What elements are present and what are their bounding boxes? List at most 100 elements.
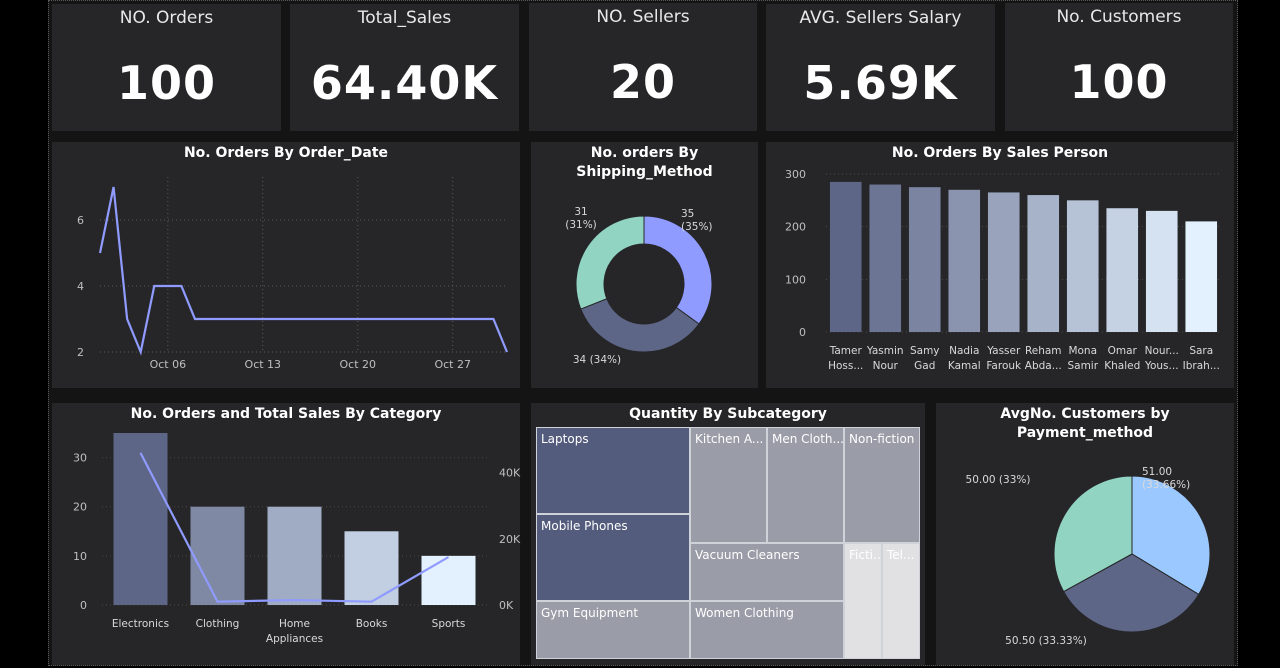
x-tick-label: Electronics [112, 618, 169, 630]
y-tick-label: 0 [799, 326, 806, 339]
treemap-label: Non-fiction [849, 432, 915, 446]
x-tick-label: Tamer [829, 345, 863, 357]
x-tick-label: Books [356, 618, 388, 630]
treemap-cell-fiction[interactable]: Ficti... [844, 543, 882, 659]
kpi-card-customers[interactable]: No. Customers 100 [1005, 3, 1233, 131]
y-tick-label: 30 [73, 452, 87, 465]
chart-title: Quantity By Subcategory [629, 406, 827, 422]
kpi-value: 100 [1069, 55, 1169, 109]
bar [829, 181, 862, 332]
slice-value-label: 34 (34%) [573, 354, 621, 366]
line-chart-svg: 2 4 6 Oct 06 Oct 13 Oct 20 Oct 27 [77, 177, 509, 371]
donut-chart-svg: 35(35%) 34 (34%) 31(31%) [565, 206, 713, 366]
bar [1145, 210, 1178, 332]
treemap-cell-kitchen[interactable]: Kitchen A... [690, 427, 767, 543]
treemap-cell-women-clothing[interactable]: Women Clothing [690, 601, 844, 659]
treemap-label: Men Cloth... [772, 432, 844, 446]
kpi-title: AVG. Sellers Salary [799, 8, 962, 28]
y-tick-label: 300 [785, 168, 806, 181]
chart-orders-sales-by-category[interactable]: No. Orders and Total Sales By Category 0… [52, 403, 521, 665]
bar [267, 506, 322, 605]
x-tick-label: Nour... [1145, 345, 1179, 357]
pie-chart-svg: 51.00(33.66%) 50.50 (33.33%) 50.00 (33%) [966, 466, 1211, 647]
y-tick-label: 4 [77, 280, 84, 293]
y2-tick-label: 0K [499, 599, 514, 612]
bar [421, 555, 476, 605]
kpi-value: 64.40K [310, 56, 499, 110]
x-tick-label: Home [279, 618, 310, 630]
slice-value-label: 50.00 (33%) [966, 474, 1031, 486]
bar [1027, 195, 1060, 332]
kpi-title: NO. Sellers [596, 7, 690, 27]
kpi-value: 5.69K [803, 56, 958, 110]
x-tick-label: Oct 06 [150, 358, 187, 371]
x-tick-label: Yasser [986, 345, 1021, 357]
bar [190, 506, 245, 605]
x-tick-label: Sports [432, 618, 466, 630]
chart-orders-by-date[interactable]: No. Orders By Order_Date 2 4 6 Oct 06 Oct 13… [52, 142, 520, 388]
x-tick-label: Mona [1068, 345, 1097, 357]
x-tick-label: Samir [1067, 360, 1098, 372]
x-tick-label: Oct 20 [340, 358, 377, 371]
chart-customers-by-payment[interactable]: AvgNo. Customers by Payment_method 51.00… [936, 403, 1234, 665]
bar [344, 531, 399, 605]
bar [869, 184, 902, 332]
combo-chart-svg: 0 10 20 30 0K 20K 40K Electronics Clothing Home Ap… [73, 433, 521, 645]
bar [908, 187, 941, 332]
bar [1066, 200, 1099, 332]
chart-qty-by-subcategory[interactable]: Quantity By Subcategory Laptops Mobile P… [531, 403, 925, 665]
treemap-label: Mobile Phones [541, 519, 628, 533]
x-tick-label: Clothing [196, 618, 240, 630]
kpi-value: 100 [116, 56, 217, 110]
treemap-cell-gym-equipment[interactable]: Gym Equipment [536, 601, 690, 659]
x-tick-label: Gad [914, 360, 935, 372]
treemap-label: Gym Equipment [541, 606, 639, 620]
treemap-label: Ficti... [849, 548, 882, 562]
x-tick-label: Yous... [1144, 360, 1179, 372]
x-tick-label: Abda... [1025, 360, 1062, 372]
x-tick-label: Ibrah... [1183, 360, 1220, 372]
slice-pct-label: (35%) [681, 221, 713, 233]
treemap-cell-men-clothing[interactable]: Men Cloth... [767, 427, 844, 543]
y2-tick-label: 20K [499, 533, 521, 546]
x-tick-label: Reham [1025, 345, 1062, 357]
x-tick-label: Appliances [266, 633, 323, 645]
slice-pct-label: (33.66%) [1142, 479, 1190, 491]
x-tick-label: Oct 27 [434, 358, 471, 371]
x-tick-label: Khaled [1104, 360, 1140, 372]
y-tick-label: 2 [77, 346, 84, 359]
kpi-card-sellers[interactable]: NO. Sellers 20 [529, 3, 757, 131]
report-canvas: NO. Orders 100 Total_Sales 64.40K NO. Se… [48, 0, 1238, 666]
slice-pct-label: (31%) [565, 219, 597, 231]
treemap-cell-tel[interactable]: Tel... [882, 543, 920, 659]
bar [1106, 208, 1139, 332]
x-tick-label: Omar [1108, 345, 1138, 357]
kpi-card-avg-salary[interactable]: AVG. Sellers Salary 5.69K [766, 4, 995, 131]
treemap-cell-mobile-phones[interactable]: Mobile Phones [536, 514, 690, 601]
x-tick-label: Farouk [986, 360, 1022, 372]
treemap-label: Tel... [887, 548, 915, 562]
y-tick-label: 0 [80, 599, 87, 612]
kpi-title: No. Customers [1056, 7, 1182, 27]
treemap-cell-non-fiction[interactable]: Non-fiction [844, 427, 920, 543]
kpi-title: NO. Orders [119, 8, 214, 28]
chart-orders-by-salesperson[interactable]: No. Orders By Sales Person 0 100 200 300 Tam… [766, 142, 1234, 388]
x-tick-label: Yasmin [866, 345, 904, 357]
treemap-cell-laptops[interactable]: Laptops [536, 427, 690, 514]
slice-value-label: 50.50 (33.33%) [1005, 635, 1087, 647]
treemap-label: Vacuum Cleaners [695, 548, 800, 562]
x-tick-label: Samy [910, 345, 940, 357]
y-tick-label: 200 [785, 221, 806, 234]
bar [1185, 221, 1218, 332]
y-tick-label: 10 [73, 550, 87, 563]
treemap-label: Kitchen A... [695, 432, 764, 446]
kpi-card-orders[interactable]: NO. Orders 100 [52, 4, 281, 131]
treemap: Laptops Mobile Phones Gym Equipment Kitc… [536, 427, 920, 659]
chart-orders-by-shipping[interactable]: No. orders By Shipping_Method 35 (35%) 34 … [531, 142, 758, 388]
y-tick-label: 6 [77, 214, 84, 227]
y-tick-label: 20 [73, 501, 87, 514]
kpi-card-total-sales[interactable]: Total_Sales 64.40K [290, 4, 519, 131]
treemap-cell-vacuum[interactable]: Vacuum Cleaners [690, 543, 844, 601]
series-line [98, 186, 509, 356]
bar [987, 192, 1020, 332]
